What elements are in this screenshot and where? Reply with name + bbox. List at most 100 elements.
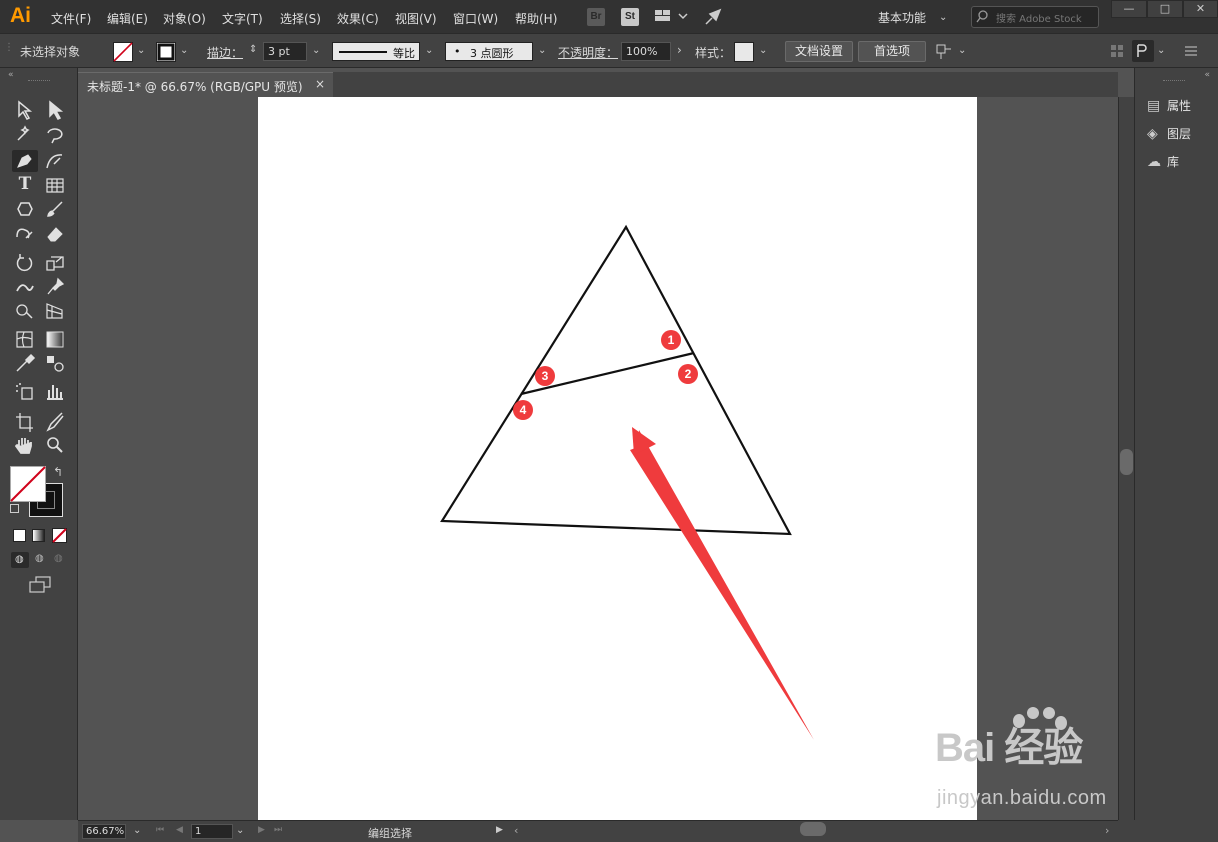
scale-tool[interactable] xyxy=(42,252,68,274)
menu-view[interactable]: 视图(V) xyxy=(395,10,437,27)
close-tab-button[interactable]: × xyxy=(315,77,325,91)
panel-menu-icon[interactable] xyxy=(1185,45,1197,57)
draw-normal-button[interactable]: ◍ xyxy=(11,552,29,568)
column-graph-tool[interactable] xyxy=(42,380,68,402)
zoom-field[interactable]: 66.67% xyxy=(82,824,126,839)
fill-color-swatch[interactable] xyxy=(10,466,46,502)
gradient-tool[interactable] xyxy=(42,328,68,350)
first-artboard-icon[interactable]: ⏮ xyxy=(156,825,164,835)
doc-setup-button[interactable]: 文档设置 xyxy=(785,41,853,62)
chevron-right-icon[interactable]: › xyxy=(677,43,682,57)
default-colors-icon[interactable] xyxy=(10,504,19,513)
minimize-button[interactable]: — xyxy=(1111,0,1147,18)
transform-panel-toggle[interactable] xyxy=(1132,40,1154,62)
chevron-down-icon[interactable]: ⌄ xyxy=(1157,45,1165,56)
eyedropper-tool[interactable] xyxy=(12,352,38,374)
gradient-mode-button[interactable] xyxy=(32,529,45,542)
artwork[interactable] xyxy=(258,97,977,820)
chevron-down-icon[interactable]: ⌄ xyxy=(425,45,433,56)
workspace-switcher[interactable]: 基本功能 xyxy=(878,9,926,26)
opacity-label[interactable]: 不透明度： xyxy=(558,44,618,61)
color-mode-button[interactable] xyxy=(13,529,26,542)
blend-tool[interactable] xyxy=(42,352,68,374)
preferences-button[interactable]: 首选项 xyxy=(858,41,926,62)
stroke-swatch[interactable] xyxy=(156,42,176,62)
style-swatch[interactable] xyxy=(734,42,754,62)
menu-object[interactable]: 对象(O) xyxy=(163,10,206,27)
chevron-down-icon[interactable]: ⌄ xyxy=(312,45,320,56)
last-artboard-icon[interactable]: ⏭ xyxy=(274,825,282,835)
stock-icon[interactable]: St xyxy=(621,8,639,26)
menu-help[interactable]: 帮助(H) xyxy=(515,10,557,27)
rotate-tool[interactable] xyxy=(12,252,38,274)
shape-builder-tool[interactable] xyxy=(12,300,38,322)
none-mode-button[interactable] xyxy=(52,528,67,543)
chevron-down-icon[interactable]: ⌄ xyxy=(133,825,141,836)
panel-libraries[interactable]: ☁ 库 xyxy=(1147,153,1179,170)
document-tab[interactable]: 未标题-1* @ 66.67% (RGB/GPU 预览) × xyxy=(78,72,333,97)
scroll-left-icon[interactable]: ‹ xyxy=(514,824,518,837)
next-artboard-icon[interactable]: ▶ xyxy=(258,825,265,835)
artboard-tool[interactable] xyxy=(12,410,38,432)
type-tool[interactable]: T xyxy=(12,174,38,196)
panel-properties[interactable]: ▤ 属性 xyxy=(1147,97,1191,114)
swap-colors-icon[interactable]: ↰ xyxy=(53,465,63,479)
prev-artboard-icon[interactable]: ◀ xyxy=(176,825,183,835)
puppet-warp-tool[interactable] xyxy=(42,276,68,298)
close-window-button[interactable]: ✕ xyxy=(1183,0,1218,18)
scroll-right-icon[interactable]: › xyxy=(1105,824,1109,837)
warp-tool[interactable] xyxy=(12,276,38,298)
hand-tool[interactable] xyxy=(12,434,38,456)
maximize-button[interactable]: □ xyxy=(1147,0,1183,18)
vertical-scroll-thumb[interactable] xyxy=(1120,449,1133,475)
symbol-sprayer-tool[interactable] xyxy=(12,380,38,402)
mesh-tool[interactable] xyxy=(12,328,38,350)
menu-select[interactable]: 选择(S) xyxy=(280,10,321,27)
menu-effect[interactable]: 效果(C) xyxy=(337,10,379,27)
chevron-down-icon[interactable]: ⌄ xyxy=(538,45,546,56)
shaper-tool[interactable] xyxy=(12,222,38,244)
arrange-icon[interactable] xyxy=(935,43,955,61)
status-menu-icon[interactable]: ▶ xyxy=(496,825,503,835)
chevron-down-icon[interactable]: ⌄ xyxy=(180,45,188,56)
menu-edit[interactable]: 编辑(E) xyxy=(107,10,148,27)
stroke-profile-select[interactable]: 等比 xyxy=(332,42,420,61)
pen-tool[interactable] xyxy=(12,150,38,172)
shape-tool[interactable] xyxy=(12,198,38,220)
brush-select[interactable]: • 3 点圆形 xyxy=(445,42,533,61)
menu-file[interactable]: 文件(F) xyxy=(51,10,91,27)
zoom-tool[interactable] xyxy=(42,434,68,456)
curvature-tool[interactable] xyxy=(42,150,68,172)
bridge-icon[interactable]: Br xyxy=(587,8,605,26)
collapse-panel-icon[interactable]: « xyxy=(8,70,14,80)
stock-search-input[interactable]: 搜索 Adobe Stock xyxy=(971,6,1099,28)
fill-none-swatch[interactable] xyxy=(113,42,133,62)
chevron-down-icon[interactable]: ⌄ xyxy=(236,825,244,836)
draw-behind-icon[interactable]: ◍ xyxy=(35,553,44,564)
horizontal-scroll-thumb[interactable] xyxy=(800,822,826,836)
align-icon[interactable] xyxy=(1110,44,1124,58)
artboard-number-field[interactable]: 1 xyxy=(191,824,233,839)
chevron-down-icon[interactable]: ⌄ xyxy=(759,45,767,56)
menu-window[interactable]: 窗口(W) xyxy=(453,10,498,27)
table-tool[interactable] xyxy=(42,174,68,196)
chevron-down-icon[interactable]: ⌄ xyxy=(939,12,947,23)
chevron-down-icon[interactable]: ⌄ xyxy=(958,45,966,56)
stroke-weight-field[interactable]: 3 pt xyxy=(263,42,307,61)
stroke-label[interactable]: 描边： xyxy=(207,44,243,61)
gpu-performance-icon[interactable] xyxy=(704,8,722,26)
screen-mode-icon[interactable] xyxy=(28,576,52,594)
arrange-documents-icon[interactable] xyxy=(655,10,689,24)
stepper-icon[interactable]: ⇕ xyxy=(249,44,257,55)
paintbrush-tool[interactable] xyxy=(42,198,68,220)
menu-type[interactable]: 文字(T) xyxy=(222,10,263,27)
slice-tool[interactable] xyxy=(42,410,68,432)
opacity-field[interactable]: 100% xyxy=(621,42,671,61)
vertical-scrollbar[interactable] xyxy=(1118,97,1134,820)
expand-panels-icon[interactable]: « xyxy=(1204,70,1210,80)
eraser-tool[interactable] xyxy=(42,222,68,244)
panel-layers[interactable]: ◈ 图层 xyxy=(1147,125,1191,142)
perspective-grid-tool[interactable] xyxy=(42,300,68,322)
draw-inside-icon[interactable]: ◍ xyxy=(54,553,63,564)
chevron-down-icon[interactable]: ⌄ xyxy=(137,45,145,56)
